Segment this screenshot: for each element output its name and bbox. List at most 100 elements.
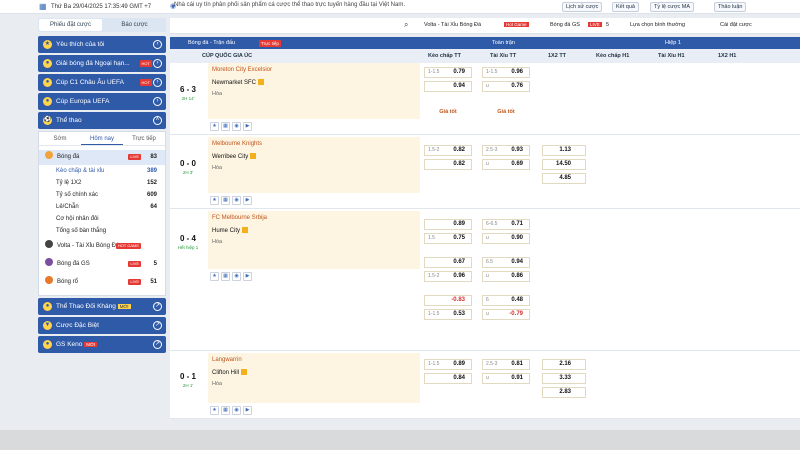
chevron-right-icon: › <box>153 40 162 49</box>
table-row: 0 - 0 2H 3' Melbourne Knights Werribee City… <box>170 137 800 209</box>
home-team[interactable]: Langwarrin <box>212 357 242 363</box>
odds-over-under[interactable]: u 0.91 <box>482 373 530 384</box>
watch-icon[interactable]: ◉ <box>232 272 241 281</box>
favorite-icon[interactable]: ★ <box>210 272 219 281</box>
live-stream-icon[interactable]: ▶ <box>243 272 252 281</box>
watch-icon[interactable]: ◉ <box>232 406 241 415</box>
sport-basketball[interactable]: Bóng rổ LIVE 51 <box>39 273 165 291</box>
chevron-right-icon: › <box>153 97 162 106</box>
settings-button[interactable]: Cài đặt cược <box>720 22 752 28</box>
odds-over-under[interactable]: 6 0.48 <box>482 295 530 306</box>
away-team[interactable]: Hume City <box>212 227 249 234</box>
calendar-icon: ▦ <box>39 2 47 11</box>
menu-ucl[interactable]: ● Cúp C1 Châu Âu UEFA HOT › <box>38 74 166 91</box>
odds-handicap[interactable]: 1.5-2 0.82 <box>424 145 472 156</box>
stats-icon[interactable]: ▦ <box>221 406 230 415</box>
stats-icon[interactable]: ▦ <box>221 122 230 131</box>
list-item[interactable]: Tỷ lệ 1X2 152 <box>39 177 165 189</box>
stats-icon[interactable]: ▦ <box>221 196 230 205</box>
trophy-icon: ▼ <box>43 321 52 330</box>
menu-gs-keno[interactable]: ● GS Keno MỚI ↗ <box>38 336 166 353</box>
odds-handicap[interactable]: 1.5 0.75 <box>424 233 472 244</box>
odds-handicap[interactable]: -0.83 <box>424 295 472 306</box>
odds-1x2[interactable]: 1.13 <box>542 145 586 156</box>
odds-handicap[interactable]: 1-1.5 0.89 <box>424 359 472 370</box>
tab-betslip[interactable]: Phiếu đặt cược <box>39 19 102 31</box>
match-time: 2H 1' <box>182 383 194 388</box>
odds-1x2[interactable]: 4.85 <box>542 173 586 184</box>
odds-handicap[interactable]: 0.67 <box>424 257 472 268</box>
home-team[interactable]: Moreton City Excelsior <box>212 67 272 73</box>
odds-handicap[interactable]: 0.82 <box>424 159 472 170</box>
tab-bet-list[interactable]: Báo cược <box>103 18 166 32</box>
odds-1x2[interactable]: 2.83 <box>542 387 586 398</box>
sort-select[interactable]: Lựa chọn bình thường <box>630 22 685 28</box>
list-item[interactable]: Kèo chấp & tài xỉu 389 <box>39 165 165 177</box>
odds-1x2[interactable]: 14.50 <box>542 159 586 170</box>
odds-over-under[interactable]: 6-6.5 0.71 <box>482 219 530 230</box>
search-icon[interactable]: ⌕ <box>404 20 408 30</box>
gs-filter[interactable]: Bóng đá GS <box>550 22 580 28</box>
live-stream-icon[interactable]: ▶ <box>243 406 252 415</box>
favorite-icon[interactable]: ★ <box>210 406 219 415</box>
odds-type-select[interactable]: Tỷ lệ cược MA <box>650 2 695 12</box>
list-item[interactable]: Lẻ/Chẵn 64 <box>39 201 165 213</box>
odds-handicap[interactable]: 0.89 <box>424 219 472 230</box>
menu-europa[interactable]: ● Cúp Europa UEFA › <box>38 93 166 110</box>
odds-over-under[interactable]: u 0.90 <box>482 233 530 244</box>
menu-sports[interactable]: ⚽ Thể thao ˄ <box>38 112 166 129</box>
sport-gs-football[interactable]: Bóng đá GS LIVE 5 <box>39 255 165 273</box>
away-team[interactable]: Clifton Hill <box>212 369 248 376</box>
odds-over-under[interactable]: 2.5-3 0.81 <box>482 359 530 370</box>
home-team[interactable]: FC Melbourne Srbija <box>212 215 267 221</box>
away-team[interactable]: Newmarket SFC <box>212 79 265 86</box>
odds-over-under[interactable]: 1-1.5 0.96 <box>482 67 530 78</box>
volta-filter[interactable]: Volta - Tài Xỉu Bóng Đá <box>424 22 481 28</box>
bet-history-button[interactable]: Lịch sử cược <box>562 2 603 12</box>
odds-over-under[interactable]: u 0.76 <box>482 81 530 92</box>
list-item[interactable]: Cơ hội nhân đôi <box>39 213 165 225</box>
list-item[interactable]: Tỷ số chính xác 609 <box>39 189 165 201</box>
table-header: Bóng đá - Trận đấu Trực tiếp Toàn trận Hi… <box>170 37 800 49</box>
odds-handicap[interactable]: 0.84 <box>424 373 472 384</box>
league-icon: ● <box>43 78 52 87</box>
menu-premier-league[interactable]: ● Giải bóng đá Ngoại hạn... HOT › <box>38 55 166 72</box>
stats-icon[interactable]: ▦ <box>221 272 230 281</box>
menu-combat-sports[interactable]: ● Thể Thao Đối Kháng MỚI ↗ <box>38 298 166 315</box>
odds-over-under[interactable]: 2.5-3 0.93 <box>482 145 530 156</box>
odds-over-under[interactable]: u 0.86 <box>482 271 530 282</box>
odds-handicap[interactable]: 1-1.5 0.53 <box>424 309 472 320</box>
menu-special-bets[interactable]: ▼ Cược Đặc Biệt ↗ <box>38 317 166 334</box>
sport-volta[interactable]: Volta - Tài Xỉu Bóng Đá HOT GAME <box>39 237 165 255</box>
odds-over-under[interactable]: 6.5 0.94 <box>482 257 530 268</box>
results-button[interactable]: Kết quả <box>612 2 639 12</box>
live-stream-icon[interactable]: ▶ <box>243 196 252 205</box>
live-stream-icon[interactable]: ▶ <box>243 122 252 131</box>
tab-live[interactable]: Trực tiếp <box>123 132 165 145</box>
watch-icon[interactable]: ◉ <box>232 196 241 205</box>
basketball-icon <box>45 276 53 284</box>
tab-early[interactable]: Sớm <box>39 132 81 145</box>
tab-today[interactable]: Hôm nay <box>81 132 123 145</box>
favorite-icon[interactable]: ★ <box>210 196 219 205</box>
odds-over-under[interactable]: u -0.79 <box>482 309 530 320</box>
home-team[interactable]: Melbourne Knights <box>212 141 262 147</box>
menu-favorites[interactable]: ★ Yêu thích của tôi › <box>38 36 166 53</box>
odds-handicap[interactable]: 1-1.5 0.79 <box>424 67 472 78</box>
away-team[interactable]: Werribee City <box>212 153 257 160</box>
external-icon: ↗ <box>153 302 162 311</box>
odds-handicap[interactable]: 0.94 <box>424 81 472 92</box>
draw-label: Hòa <box>212 239 223 245</box>
betslip-tabs: Phiếu đặt cược Báo cược <box>38 18 166 32</box>
odds-over-under[interactable]: u 0.69 <box>482 159 530 170</box>
odds-handicap[interactable]: 1.5-2 0.96 <box>424 271 472 282</box>
discussion-button[interactable]: Thảo luận <box>714 2 747 12</box>
chevron-right-icon: › <box>153 78 162 87</box>
draw-label: Hòa <box>212 381 223 387</box>
odds-1x2[interactable]: 3.33 <box>542 373 586 384</box>
favorite-icon[interactable]: ★ <box>210 122 219 131</box>
watch-icon[interactable]: ◉ <box>232 122 241 131</box>
odds-1x2[interactable]: 2.16 <box>542 359 586 370</box>
list-item[interactable]: Tổng số bàn thắng <box>39 225 165 237</box>
sport-football[interactable]: Bóng đá LIVE 83 <box>39 150 165 165</box>
